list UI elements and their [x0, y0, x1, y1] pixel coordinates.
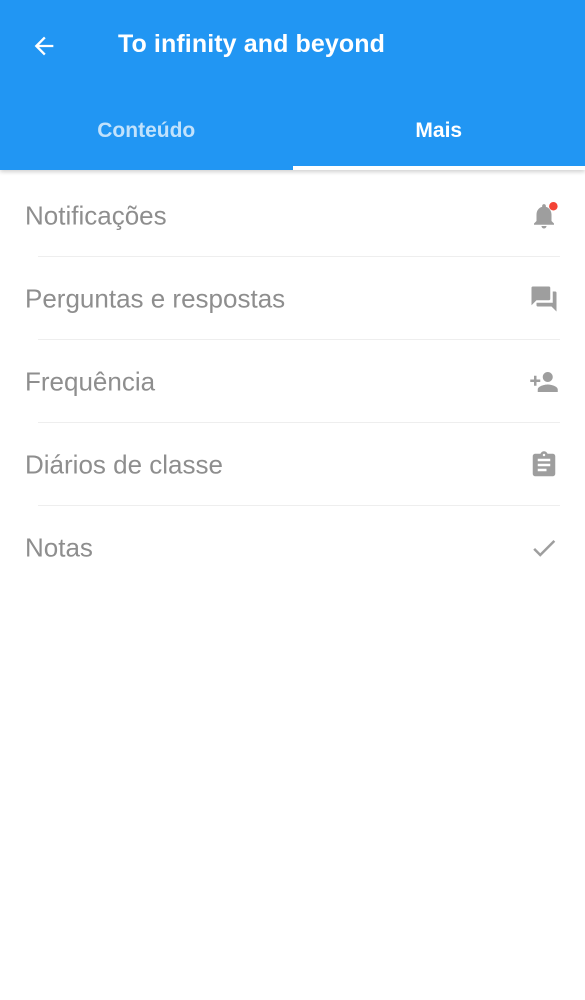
- menu-item-label: Diários de classe: [25, 449, 223, 479]
- check-icon: [529, 533, 559, 563]
- menu-item-notificacoes[interactable]: Notificações: [0, 174, 585, 257]
- arrow-back-icon: [34, 36, 54, 56]
- forum-icon: [529, 284, 559, 314]
- menu-list: Notificações Perguntas e respostas Frequ…: [0, 174, 585, 589]
- menu-item-frequencia[interactable]: Frequência: [0, 340, 585, 423]
- bell-icon: [529, 201, 559, 231]
- person-add-icon: [529, 367, 559, 397]
- back-button[interactable]: [18, 22, 70, 70]
- menu-item-label: Notificações: [25, 200, 167, 230]
- clipboard-icon: [529, 450, 559, 480]
- menu-item-perguntas[interactable]: Perguntas e respostas: [0, 257, 585, 340]
- tab-bar: Conteúdo Mais: [0, 92, 585, 170]
- app-bar: To infinity and beyond Conteúdo Mais: [0, 0, 585, 170]
- tab-label: Conteúdo: [97, 119, 196, 142]
- tab-mais[interactable]: Mais: [292, 92, 585, 170]
- menu-item-label: Frequência: [25, 366, 156, 396]
- tab-indicator: [292, 166, 585, 170]
- notification-badge: [549, 201, 558, 210]
- menu-item-label: Perguntas e respostas: [25, 283, 286, 313]
- menu-item-label: Notas: [25, 532, 93, 562]
- tab-conteudo[interactable]: Conteúdo: [0, 92, 293, 170]
- tab-label: Mais: [415, 119, 463, 142]
- menu-item-notas[interactable]: Notas: [0, 506, 585, 589]
- page-title: To infinity and beyond: [118, 30, 385, 58]
- menu-item-diarios[interactable]: Diários de classe: [0, 423, 585, 506]
